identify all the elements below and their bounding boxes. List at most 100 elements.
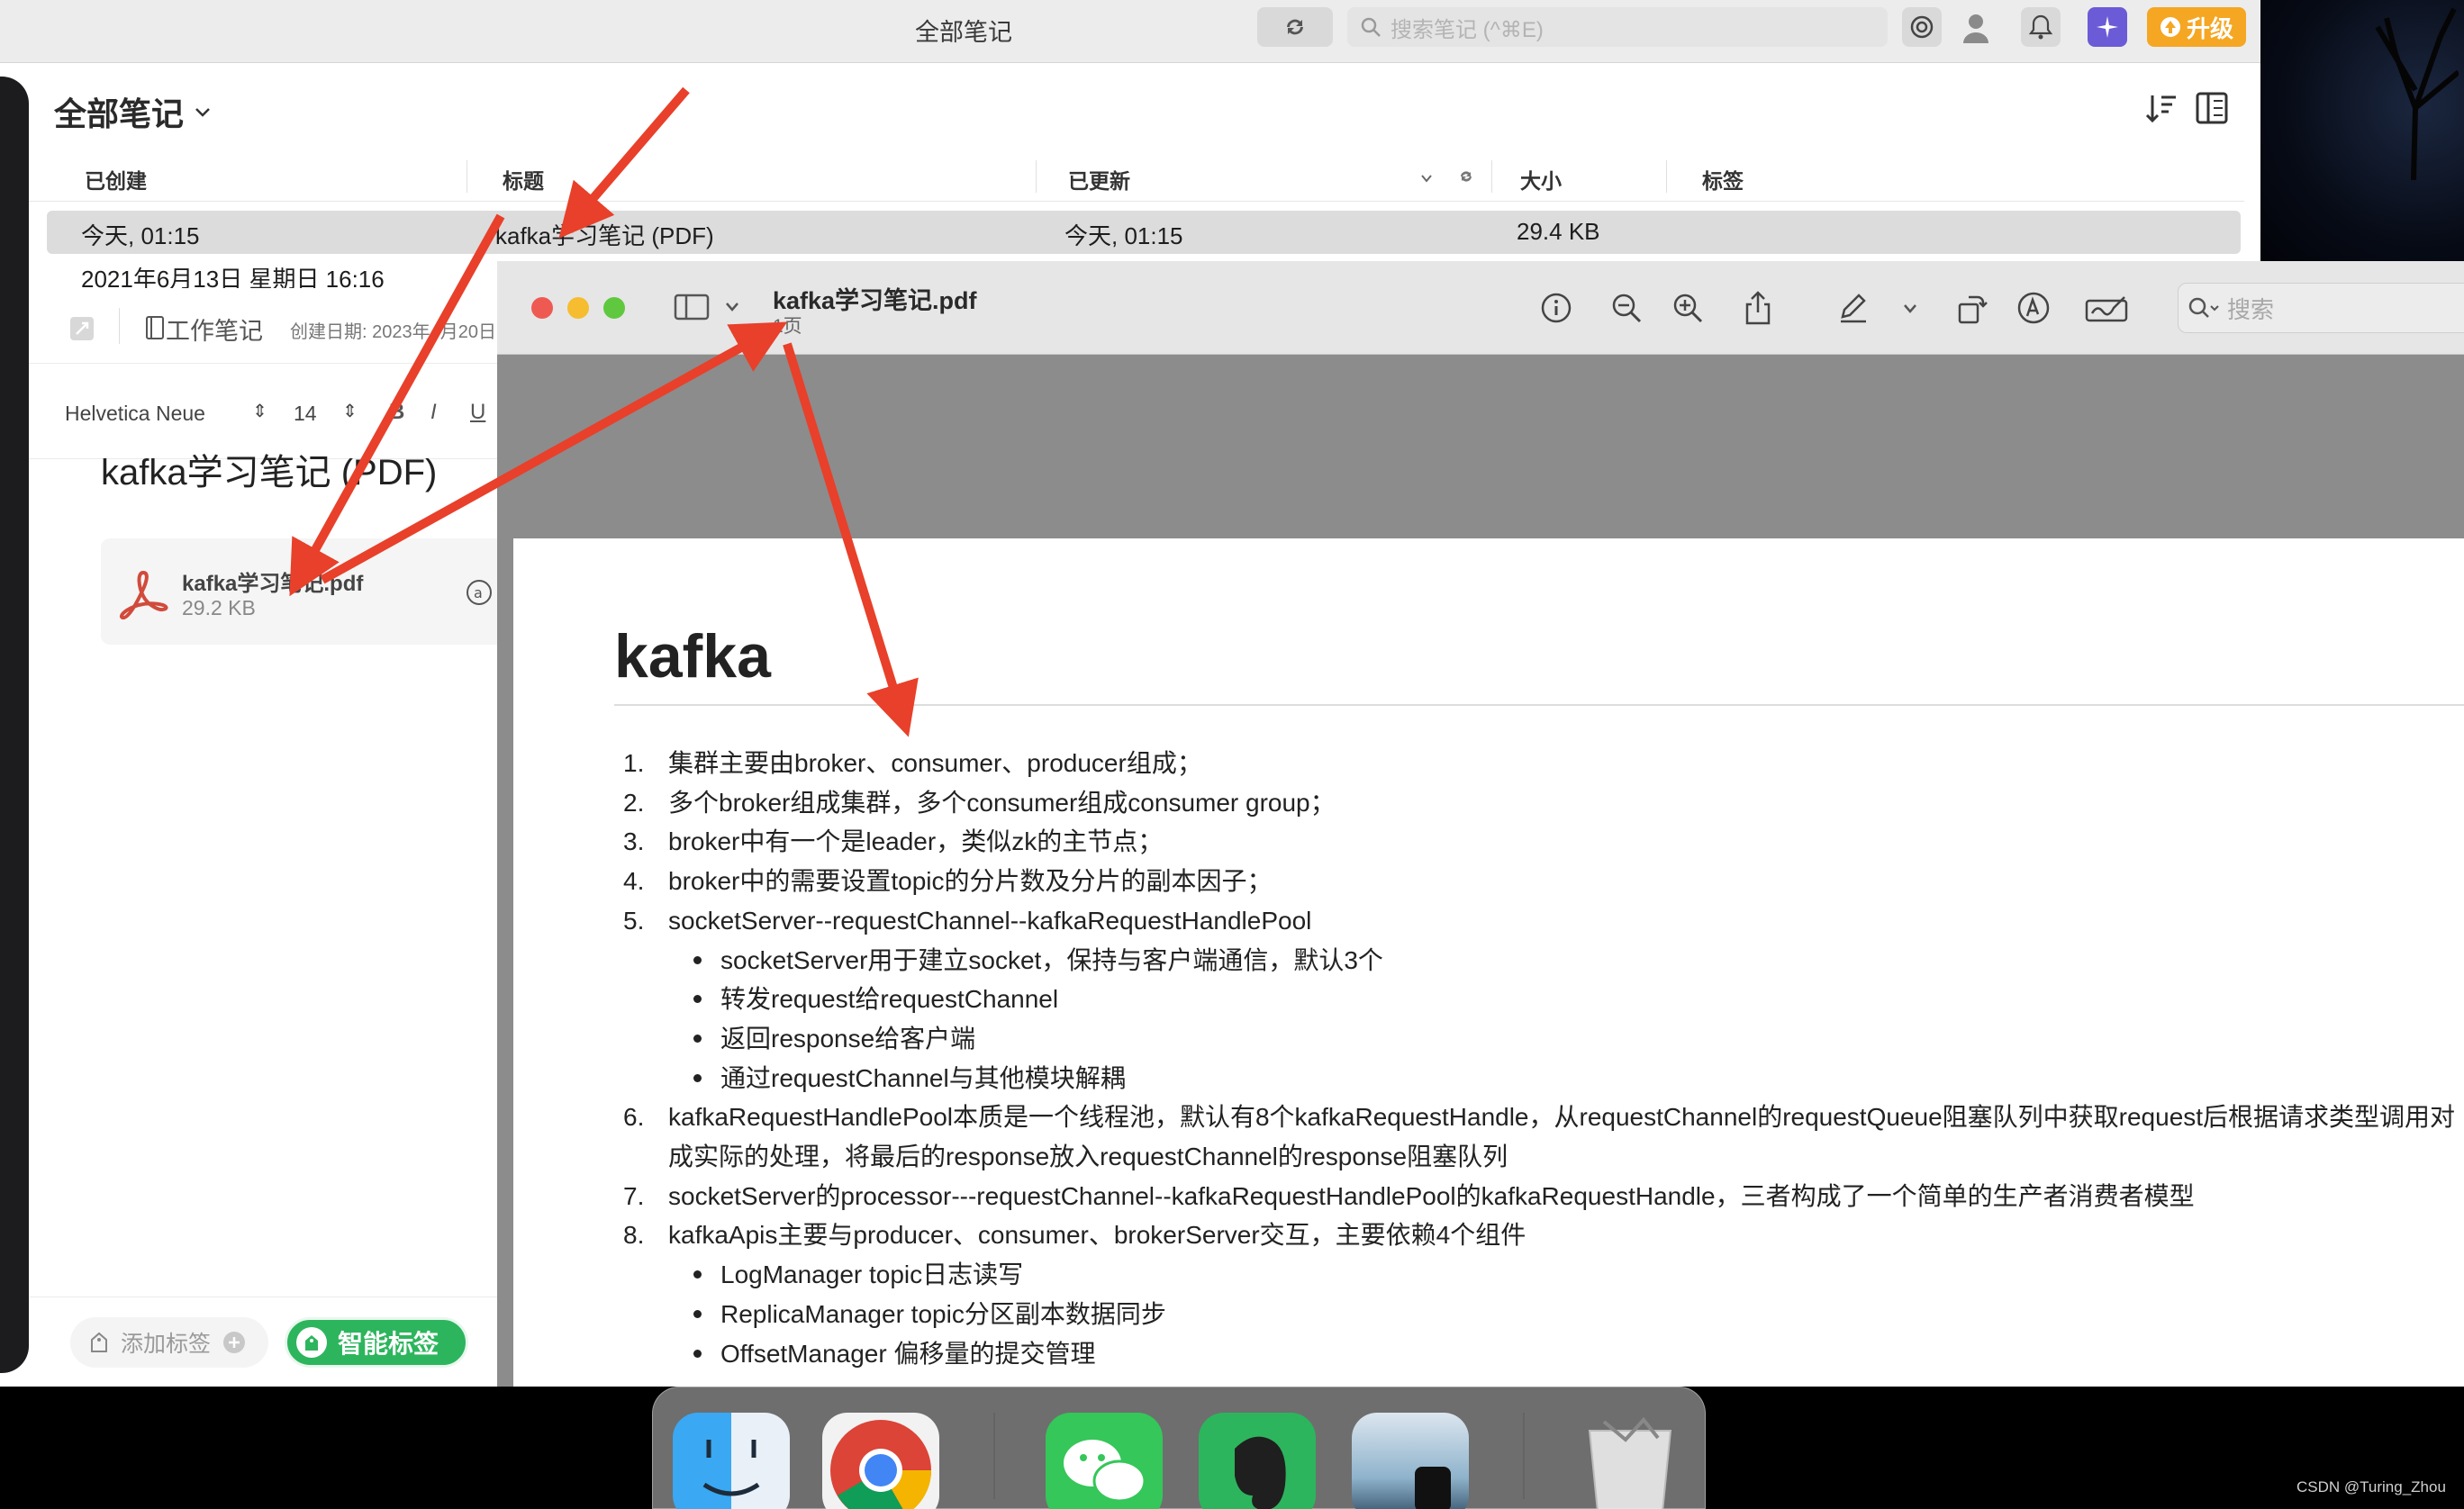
search-placeholder: 搜索 <box>2227 295 2275 323</box>
expand-icon[interactable] <box>68 315 95 342</box>
add-tag-button[interactable]: 添加标签 <box>70 1317 268 1368</box>
list-item: 3. broker中有一个是leader，类似zk的主节点； <box>614 822 2464 862</box>
stepper-icon[interactable]: ⇕ <box>252 400 267 422</box>
svg-text:a: a <box>474 584 483 601</box>
acrobat-icon <box>120 570 168 619</box>
chrome-app[interactable] <box>822 1413 939 1509</box>
sidebar-toggle-icon[interactable] <box>674 292 710 322</box>
annotate-button[interactable] <box>2014 288 2053 328</box>
close-button[interactable] <box>531 297 553 319</box>
notes-list-title[interactable]: 全部笔记 <box>54 88 213 135</box>
list-item: 8. kafkaApis主要与producer、consumer、brokerSe… <box>614 1215 2464 1255</box>
sort-icon[interactable] <box>2143 90 2179 126</box>
row-updated: 今天, 01:15 <box>1064 222 1183 249</box>
stepper-icon[interactable]: ⇕ <box>342 400 358 422</box>
zoom-out-button[interactable] <box>1607 288 1646 328</box>
list-item: 6. kafkaRequestHandlePool本质是一个线程池，默认有8个ka… <box>614 1098 2464 1137</box>
trash-app[interactable] <box>1572 1413 1689 1509</box>
note-editor: 工作笔记 创建日期: 2023年4月20日 Helvetica Neue ⇕ 1… <box>29 288 515 1387</box>
sort-direction-icon[interactable] <box>1419 171 1434 185</box>
rotate-icon <box>1958 295 1988 324</box>
list-subitem: 转发request给requestChannel <box>614 980 2464 1019</box>
created-date: 创建日期: 2023年4月20日 <box>290 322 496 342</box>
column-updated[interactable]: 已更新 <box>1068 164 1130 194</box>
document-heading: kafka <box>614 622 771 691</box>
search-icon <box>2188 297 2219 318</box>
row-size: 29.4 KB <box>1517 218 1600 245</box>
column-size[interactable]: 大小 <box>1520 164 1562 194</box>
tree-silhouette-icon <box>2375 7 2459 180</box>
list-item: 7. socketServer的processor---requestChanne… <box>614 1177 2464 1216</box>
chevron-down-icon[interactable] <box>1902 303 1918 315</box>
editor-footer: 添加标签 智能标签 <box>29 1297 497 1387</box>
editor-topbar: 工作笔记 创建日期: 2023年4月20日 <box>29 288 497 364</box>
font-family-select[interactable]: Helvetica Neue <box>65 402 205 426</box>
smart-tag-button[interactable]: 智能标签 <box>285 1317 468 1368</box>
info-button[interactable] <box>1536 288 1576 328</box>
preview-toolbar: kafka学习笔记.pdf 1页 搜索 <box>497 261 2464 355</box>
list-title-label: 全部笔记 <box>54 95 185 132</box>
pen-icon <box>1841 294 1866 323</box>
activity-button[interactable] <box>1902 7 1942 47</box>
plus-icon <box>223 1332 246 1353</box>
preview-app[interactable] <box>1352 1413 1469 1509</box>
column-created[interactable]: 已创建 <box>85 164 147 194</box>
zoom-button[interactable] <box>603 297 625 319</box>
column-tags[interactable]: 标签 <box>1702 164 1744 194</box>
column-title[interactable]: 标题 <box>503 164 544 194</box>
list-subitem: ReplicaManager topic分区副本数据同步 <box>614 1295 2464 1334</box>
notebook-selector[interactable]: 工作笔记 <box>166 312 263 347</box>
upgrade-button[interactable]: 升级 <box>2147 7 2246 47</box>
zoom-in-button[interactable] <box>1668 288 1708 328</box>
attachment-size: 29.2 KB <box>182 596 256 619</box>
bold-button[interactable]: B <box>389 400 404 425</box>
sidebar-edge <box>0 77 29 1373</box>
share-icon <box>1745 291 1771 325</box>
rotate-button[interactable] <box>1952 288 1992 328</box>
note-title[interactable]: kafka学习笔记 (PDF) <box>101 443 437 495</box>
sign-button[interactable] <box>2084 288 2131 328</box>
font-size-select[interactable]: 14 <box>294 402 317 426</box>
list-text: socketServer--requestChannel--kafkaReque… <box>668 906 1312 935</box>
upgrade-label: 升级 <box>2186 14 2233 42</box>
ai-assistant-button[interactable] <box>2088 7 2127 47</box>
wechat-app[interactable] <box>1046 1413 1163 1509</box>
minimize-button[interactable] <box>567 297 589 319</box>
share-button[interactable] <box>1738 288 1778 328</box>
layout-toggle-icon[interactable] <box>2194 90 2230 126</box>
list-subitem: LogManager topic日志读写 <box>614 1255 2464 1295</box>
document-search-input[interactable]: 搜索 <box>2178 283 2464 333</box>
pdf-attachment[interactable]: kafka学习笔记.pdf 29.2 KB a <box>101 538 515 645</box>
refresh-icon[interactable] <box>1457 167 1475 185</box>
list-item-continuation: 成实际的处理，将最后的response放入requestChannel的resp… <box>668 1143 1508 1171</box>
trash-icon <box>1588 1416 1672 1509</box>
chevron-down-icon[interactable] <box>724 301 740 313</box>
page-count: 1页 <box>773 316 802 337</box>
table-row[interactable]: 今天, 01:15 kafka学习笔记 (PDF) 今天, 01:15 29.4… <box>47 211 2241 254</box>
smart-tag-icon <box>296 1327 327 1358</box>
evernote-titlebar: 全部笔记 搜索笔记 (^⌘E) 升级 <box>0 0 2260 63</box>
finder-app[interactable] <box>673 1413 790 1509</box>
spiral-icon <box>1910 15 1934 39</box>
list-number: 2. <box>623 788 645 817</box>
search-icon <box>1361 17 1381 37</box>
italic-button[interactable]: I <box>430 400 437 425</box>
watermark: CSDN @Turing_Zhou <box>2296 1478 2446 1495</box>
notifications-button[interactable] <box>2021 7 2061 47</box>
list-text: 多个broker组成集群，多个consumer组成consumer group； <box>668 788 1336 817</box>
avatar-button[interactable] <box>1956 7 1996 47</box>
pdf-page: kafka 1. 集群主要由broker、consumer、producer组成；… <box>513 538 2464 1387</box>
search-placeholder: 搜索笔记 (^⌘E) <box>1391 17 1544 42</box>
list-item: 5. socketServer--requestChannel--kafkaReq… <box>614 901 2464 941</box>
evernote-app[interactable] <box>1199 1413 1316 1509</box>
markup-circle-icon <box>2017 292 2050 324</box>
list-text: kafkaApis主要与producer、consumer、brokerServ… <box>668 1221 1526 1250</box>
dock <box>652 1387 1706 1509</box>
chrome-icon <box>830 1420 932 1509</box>
markup-button[interactable] <box>1834 288 1873 328</box>
list-item: 2. 多个broker组成集群，多个consumer组成consumer grou… <box>614 783 2464 823</box>
underline-button[interactable]: U <box>470 400 485 425</box>
sync-button[interactable] <box>1257 7 1333 47</box>
search-input[interactable]: 搜索笔记 (^⌘E) <box>1347 7 1888 47</box>
annotate-icon[interactable]: a <box>465 578 494 607</box>
